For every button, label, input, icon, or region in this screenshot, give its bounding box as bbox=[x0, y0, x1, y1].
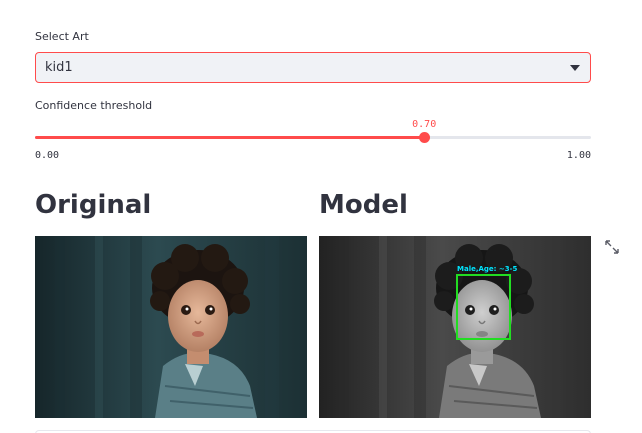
confidence-threshold-label: Confidence threshold bbox=[35, 99, 153, 112]
select-art-value: kid1 bbox=[45, 60, 73, 75]
chevron-down-icon bbox=[570, 65, 580, 71]
expand-icon[interactable] bbox=[605, 240, 619, 254]
model-heading: Model bbox=[319, 190, 408, 220]
select-art-label: Select Art bbox=[35, 30, 89, 43]
select-art-dropdown[interactable]: kid1 bbox=[35, 52, 591, 83]
slider-track-fill bbox=[35, 136, 425, 139]
model-output-image: Male,Age: ~3-5 bbox=[319, 236, 591, 418]
slider-thumb[interactable] bbox=[419, 132, 431, 143]
slider-current-value: 0.70 bbox=[412, 119, 437, 130]
slider-max-label: 1.00 bbox=[566, 150, 591, 161]
face-detection-label: Male,Age: ~3-5 bbox=[457, 265, 518, 273]
original-image bbox=[35, 236, 307, 418]
original-heading: Original bbox=[35, 190, 152, 220]
slider-min-label: 0.00 bbox=[35, 150, 60, 161]
